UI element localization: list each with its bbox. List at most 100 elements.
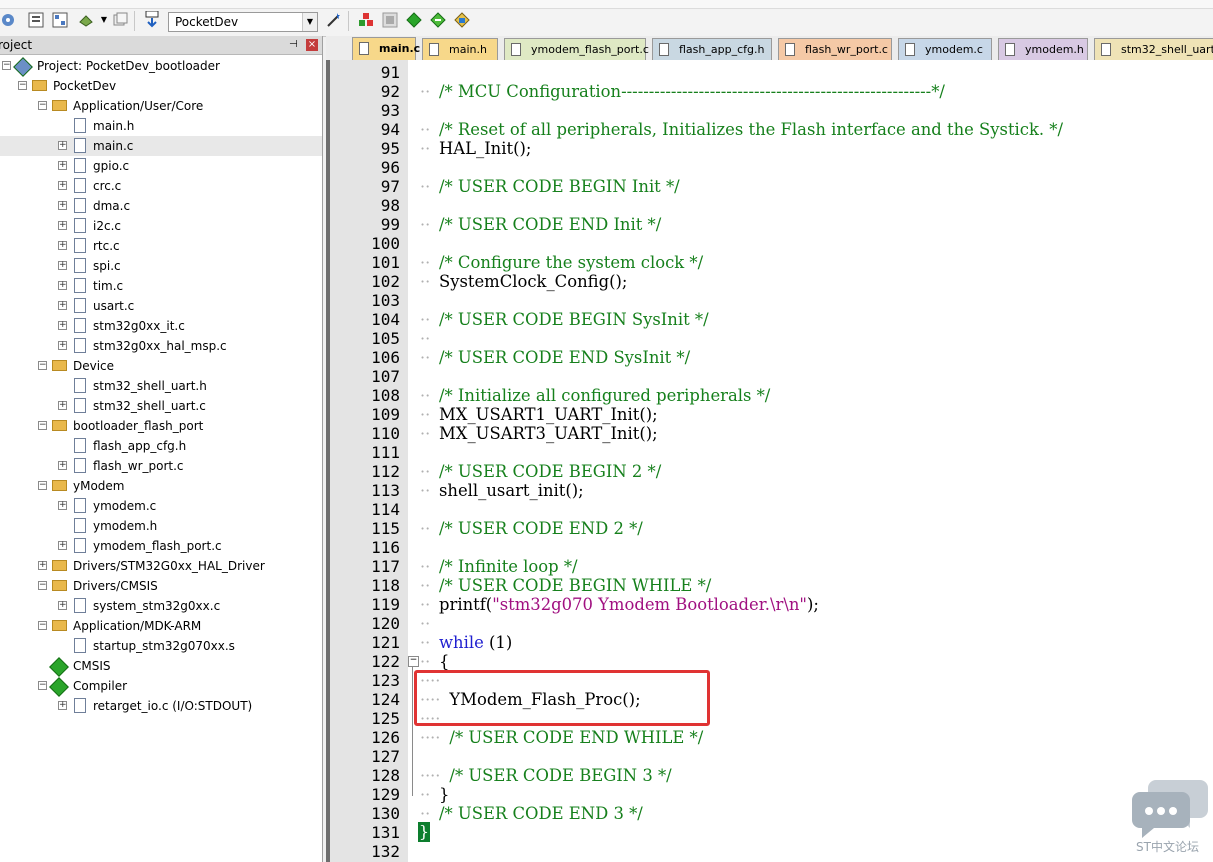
tree-item[interactable]: + tim.c bbox=[0, 276, 322, 296]
expand-icon[interactable]: + bbox=[58, 701, 67, 710]
chevron-down-icon[interactable]: ▼ bbox=[302, 13, 317, 31]
line-number: 102 bbox=[371, 272, 400, 291]
expand-icon[interactable]: + bbox=[58, 161, 67, 170]
dropdown-arrow-icon[interactable]: ▼ bbox=[96, 12, 112, 28]
project-icon[interactable] bbox=[0, 12, 16, 28]
collapse-icon[interactable]: − bbox=[38, 481, 47, 490]
tree-item[interactable]: + stm32g0xx_hal_msp.c bbox=[0, 336, 322, 356]
expand-icon[interactable]: + bbox=[58, 141, 67, 150]
tree-item-label: Drivers/CMSIS bbox=[73, 579, 158, 593]
whitespace-guide: ·· bbox=[420, 386, 431, 405]
tree-item[interactable]: ymodem.h bbox=[0, 516, 322, 536]
collapse-icon[interactable]: − bbox=[18, 81, 27, 90]
tree-item[interactable]: startup_stm32g070xx.s bbox=[0, 636, 322, 656]
tree-item[interactable]: + rtc.c bbox=[0, 236, 322, 256]
tree-item[interactable]: + main.c bbox=[0, 136, 322, 156]
tab-main-c[interactable]: main.c bbox=[352, 37, 420, 60]
tree-item[interactable]: − Compiler bbox=[0, 676, 322, 697]
load-icon[interactable] bbox=[144, 11, 160, 28]
tree-item-label: PocketDev bbox=[53, 79, 117, 93]
menu-strip bbox=[0, 0, 1213, 9]
file-icon bbox=[74, 278, 86, 293]
tree-item[interactable]: + gpio.c bbox=[0, 156, 322, 176]
tree-item[interactable]: + ymodem.c bbox=[0, 496, 322, 516]
tree-item[interactable]: + spi.c bbox=[0, 256, 322, 276]
tree-item[interactable]: − Drivers/CMSIS bbox=[0, 576, 322, 596]
expand-icon[interactable]: + bbox=[58, 201, 67, 210]
tree-item[interactable]: − Device bbox=[0, 356, 322, 376]
tab-flash-app-cfg-h[interactable]: flash_app_cfg.h bbox=[652, 38, 772, 60]
next-icon[interactable] bbox=[430, 12, 446, 28]
expand-icon[interactable]: + bbox=[58, 341, 67, 350]
tree-item[interactable]: − Application/MDK-ARM bbox=[0, 616, 322, 636]
pin-icon[interactable]: ⊣ bbox=[289, 36, 298, 54]
tab-ymodem-h[interactable]: ymodem.h bbox=[998, 38, 1088, 60]
tab-main-h[interactable]: main.h bbox=[422, 38, 498, 60]
expand-icon[interactable]: + bbox=[58, 461, 67, 470]
expand-icon[interactable]: + bbox=[58, 601, 67, 610]
collapse-icon[interactable]: − bbox=[38, 101, 47, 110]
expand-icon[interactable]: + bbox=[58, 221, 67, 230]
tree-item[interactable]: + stm32_shell_uart.c bbox=[0, 396, 322, 416]
tree-item[interactable]: − yModem bbox=[0, 476, 322, 496]
whitespace-guide: ·· bbox=[420, 633, 431, 652]
magic-wand-icon[interactable] bbox=[326, 12, 342, 28]
fold-collapse-icon[interactable]: − bbox=[408, 656, 419, 667]
expand-icon[interactable]: + bbox=[58, 301, 67, 310]
expand-icon[interactable]: + bbox=[58, 181, 67, 190]
tree-item[interactable]: stm32_shell_uart.h bbox=[0, 376, 322, 396]
line-number: 91 bbox=[380, 63, 400, 82]
tab-ymodem-c[interactable]: ymodem.c bbox=[898, 38, 992, 60]
expand-icon[interactable]: + bbox=[58, 401, 67, 410]
tree-item[interactable]: − PocketDev bbox=[0, 76, 322, 96]
code-editor[interactable]: − } 91 92 ·· /* MCU Configuration----------… bbox=[326, 60, 1213, 862]
debug-start-icon[interactable] bbox=[358, 12, 374, 28]
tree-item[interactable]: main.h bbox=[0, 116, 322, 136]
tree-item[interactable]: − Application/User/Core bbox=[0, 96, 322, 116]
folder-icon bbox=[52, 360, 67, 371]
tree-item[interactable]: − bootloader_flash_port bbox=[0, 416, 322, 436]
expand-icon[interactable]: + bbox=[58, 541, 67, 550]
tree-item[interactable]: + usart.c bbox=[0, 296, 322, 316]
tree-item[interactable]: flash_app_cfg.h bbox=[0, 436, 322, 456]
tree-item[interactable]: CMSIS bbox=[0, 656, 322, 677]
whitespace-guide: ·· bbox=[420, 82, 431, 101]
expand-icon[interactable]: + bbox=[58, 241, 67, 250]
tab-flash-wr-port-c[interactable]: flash_wr_port.c bbox=[778, 38, 892, 60]
copy-icon[interactable] bbox=[112, 12, 128, 28]
whitespace-guide: ·· bbox=[420, 120, 431, 139]
collapse-icon[interactable]: − bbox=[38, 621, 47, 630]
expand-icon[interactable]: + bbox=[58, 321, 67, 330]
tree-item[interactable]: + dma.c bbox=[0, 196, 322, 216]
collapse-icon[interactable]: − bbox=[38, 681, 47, 690]
manage-icon[interactable] bbox=[52, 12, 68, 28]
collapse-icon[interactable]: − bbox=[2, 61, 11, 70]
expand-icon[interactable]: + bbox=[58, 261, 67, 270]
collapse-icon[interactable]: − bbox=[38, 361, 47, 370]
tree-item[interactable]: + i2c.c bbox=[0, 216, 322, 236]
expand-icon[interactable]: + bbox=[58, 501, 67, 510]
tree-item[interactable]: + flash_wr_port.c bbox=[0, 456, 322, 476]
tab-ymodem-flash-port-c[interactable]: ymodem_flash_port.c bbox=[504, 38, 649, 60]
options-icon[interactable] bbox=[28, 12, 44, 28]
expand-icon[interactable]: + bbox=[58, 281, 67, 290]
view-icon[interactable] bbox=[454, 12, 470, 28]
expand-icon[interactable]: + bbox=[38, 561, 47, 570]
tree-item[interactable]: + Drivers/STM32G0xx_HAL_Driver bbox=[0, 556, 322, 576]
tree-item[interactable]: + system_stm32g0xx.c bbox=[0, 596, 322, 616]
tree-item[interactable]: + stm32g0xx_it.c bbox=[0, 316, 322, 336]
code-token: /* USER CODE END 2 */ bbox=[439, 519, 643, 538]
collapse-icon[interactable]: − bbox=[38, 581, 47, 590]
tree-item[interactable]: + crc.c bbox=[0, 176, 322, 196]
code-token: MX_USART1_UART_Init(); bbox=[439, 405, 658, 424]
tree-item[interactable]: + ymodem_flash_port.c bbox=[0, 536, 322, 556]
debug-stop-icon[interactable] bbox=[382, 12, 398, 28]
target-select[interactable]: PocketDev ▼ bbox=[168, 12, 318, 32]
tree-item[interactable]: − Project: PocketDev_bootloader bbox=[0, 56, 322, 77]
collapse-icon[interactable]: − bbox=[38, 421, 47, 430]
close-icon[interactable]: × bbox=[306, 39, 318, 51]
batch-icon[interactable] bbox=[78, 12, 94, 28]
tab-stm32-shell-uart-c[interactable]: stm32_shell_uart.c bbox=[1094, 38, 1213, 60]
tree-item[interactable]: + retarget_io.c (I/O:STDOUT) bbox=[0, 696, 322, 716]
step-icon[interactable] bbox=[406, 12, 422, 28]
